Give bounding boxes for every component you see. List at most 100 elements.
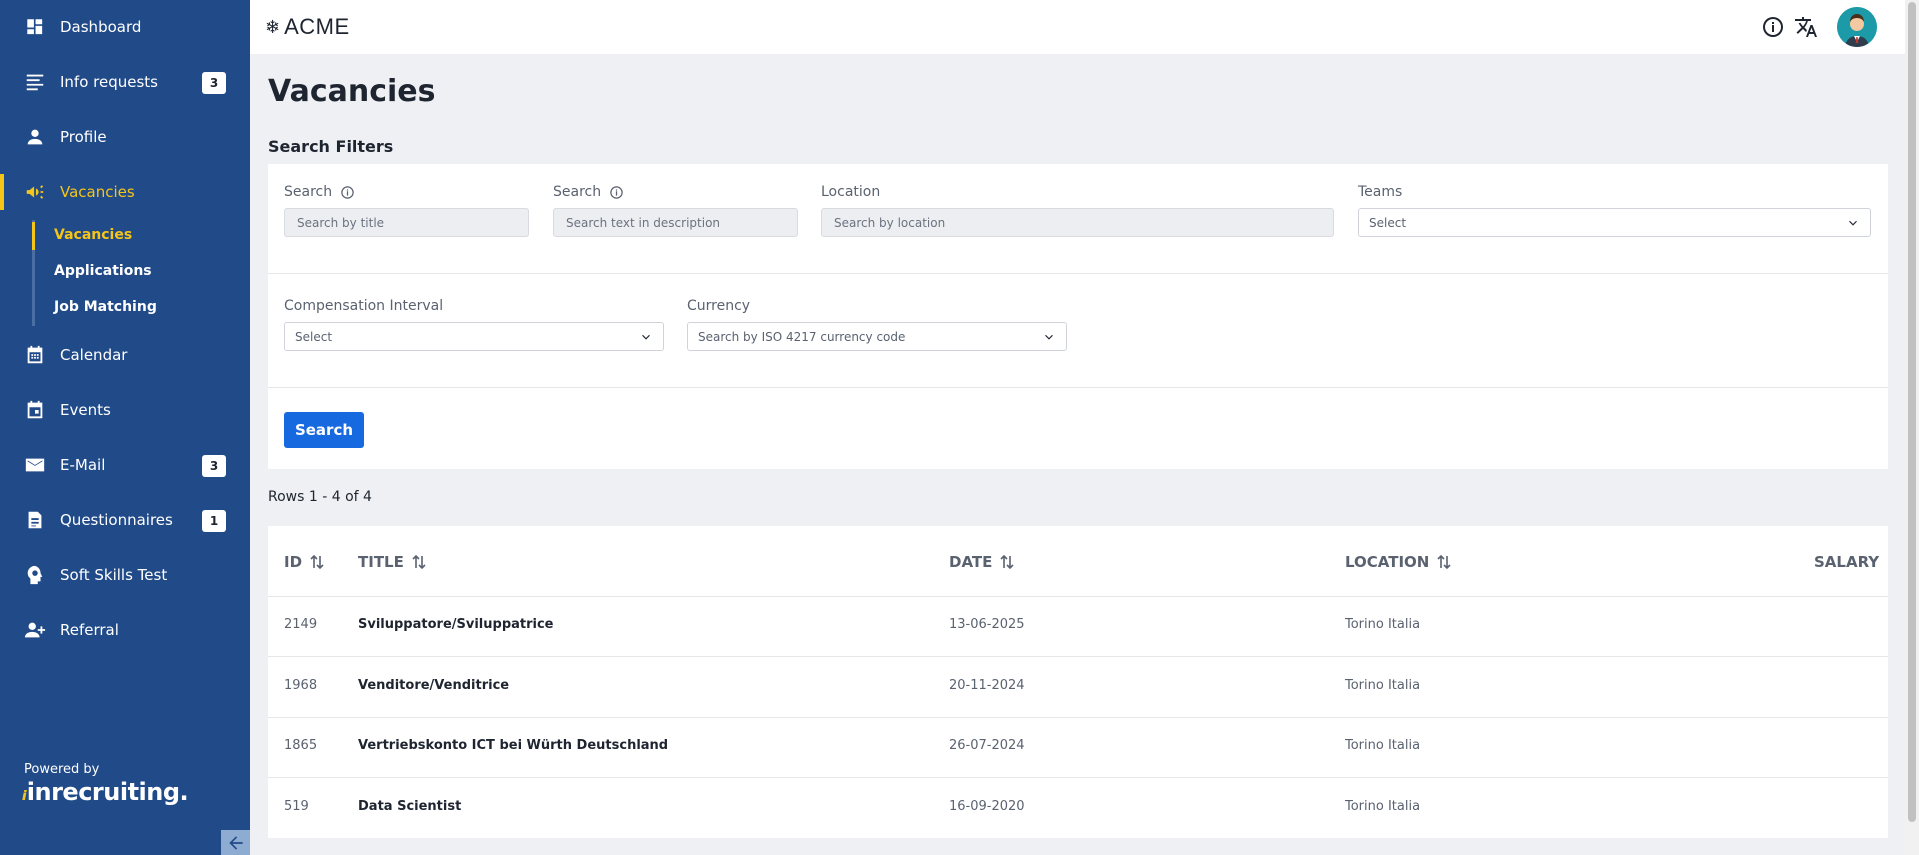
location-input[interactable] (821, 208, 1334, 237)
currency-select[interactable]: Search by ISO 4217 currency code (687, 322, 1067, 351)
collapse-sidebar-button[interactable] (221, 830, 250, 855)
sidebar-item-email[interactable]: E-Mail 3 (0, 443, 250, 487)
avatar[interactable] (1837, 7, 1877, 47)
person-icon (24, 126, 46, 148)
search-description-input[interactable] (553, 208, 798, 237)
cell-location: Torino Italia (1345, 738, 1421, 753)
logo-text: ACME (284, 14, 350, 39)
row-divider (268, 656, 1888, 657)
column-header-title[interactable]: TITLE (358, 553, 426, 571)
compensation-interval-select[interactable]: Select (284, 322, 664, 351)
column-header-salary: SALARY (1814, 553, 1880, 571)
cell-date: 26-07-2024 (949, 738, 1025, 753)
powered-by-label: Powered by (24, 762, 100, 777)
cell-location: Torino Italia (1345, 678, 1421, 693)
teams-select[interactable]: Select (1358, 208, 1871, 237)
document-icon (24, 509, 46, 531)
search-button[interactable]: Search (284, 412, 364, 448)
search-filters-card: Search Search Location Teams Select Comp… (268, 164, 1888, 469)
top-bar: ❄ ACME (250, 0, 1905, 54)
row-divider (268, 777, 1888, 778)
sidebar-item-label: E-Mail (60, 456, 106, 474)
sidebar-item-label: Events (60, 401, 111, 419)
event-icon (24, 399, 46, 421)
info-icon[interactable] (609, 185, 624, 200)
sidebar-item-profile[interactable]: Profile (0, 115, 250, 159)
arrow-left-icon (226, 833, 246, 853)
chevron-down-icon (639, 330, 653, 344)
sidebar-item-calendar[interactable]: Calendar (0, 333, 250, 377)
divider (268, 273, 1888, 274)
chevron-down-icon (1042, 330, 1056, 344)
search-filters-title: Search Filters (268, 137, 394, 156)
sidebar-item-events[interactable]: Events (0, 388, 250, 432)
cell-id: 519 (284, 799, 309, 814)
currency-label: Currency (687, 298, 751, 314)
search-title-label: Search (284, 184, 355, 200)
subnav-item-job-matching[interactable]: Job Matching (54, 299, 157, 315)
column-header-id[interactable]: ID (284, 553, 324, 571)
sidebar-item-dashboard[interactable]: Dashboard (0, 5, 250, 49)
translate-icon[interactable] (1794, 15, 1818, 39)
sidebar-item-questionnaires[interactable]: Questionnaires 1 (0, 498, 250, 542)
vacancies-table: ID TITLE DATE LOCATION SALARY 2149 Svilu… (268, 526, 1888, 838)
subnav-item-vacancies[interactable]: Vacancies (54, 227, 132, 243)
dashboard-icon (24, 16, 46, 38)
cell-title[interactable]: Data Scientist (358, 799, 461, 814)
acme-logo[interactable]: ❄ ACME (265, 14, 350, 40)
sidebar-item-vacancies[interactable]: Vacancies (0, 170, 250, 214)
divider (268, 387, 1888, 388)
teams-label: Teams (1358, 184, 1403, 200)
info-icon[interactable] (340, 185, 355, 200)
info-icon[interactable] (1761, 15, 1785, 39)
count-badge: 3 (202, 72, 226, 94)
sort-icon (1000, 554, 1014, 570)
cell-id: 1865 (284, 738, 318, 753)
search-title-input[interactable] (284, 208, 529, 237)
sidebar: Dashboard Info requests 3 Profile Vacanc… (0, 0, 250, 855)
row-divider (268, 717, 1888, 718)
cell-id: 2149 (284, 617, 318, 632)
sidebar-item-soft-skills-test[interactable]: Soft Skills Test (0, 553, 250, 597)
sidebar-item-label: Questionnaires (60, 511, 173, 529)
sidebar-item-label: Referral (60, 621, 119, 639)
location-label: Location (821, 184, 881, 200)
scrollbar-thumb[interactable] (1908, 2, 1916, 822)
snowflake-icon: ❄ (265, 16, 281, 38)
sidebar-item-label: Vacancies (60, 183, 135, 201)
count-badge: 3 (202, 455, 226, 477)
sidebar-item-label: Info requests (60, 73, 158, 91)
compensation-select-value: Select (295, 329, 333, 344)
column-header-location[interactable]: LOCATION (1345, 553, 1451, 571)
sidebar-item-info-requests[interactable]: Info requests 3 (0, 60, 250, 104)
currency-select-value: Search by ISO 4217 currency code (698, 329, 906, 344)
cell-id: 1968 (284, 678, 318, 693)
cell-date: 16-09-2020 (949, 799, 1025, 814)
sidebar-item-label: Dashboard (60, 18, 142, 36)
cell-title[interactable]: Sviluppatore/Sviluppatrice (358, 617, 554, 632)
subnav-item-applications[interactable]: Applications (54, 263, 152, 279)
chevron-down-icon (1846, 216, 1860, 230)
sort-icon (310, 554, 324, 570)
cell-title[interactable]: Vertriebskonto ICT bei Würth Deutschland (358, 738, 668, 753)
compensation-interval-label: Compensation Interval (284, 298, 444, 314)
sidebar-item-referral[interactable]: Referral (0, 608, 250, 652)
sidebar-item-label: Soft Skills Test (60, 566, 168, 584)
inrecruiting-logo: ᵢinrecruiting. (22, 778, 189, 806)
cell-title[interactable]: Venditore/Venditrice (358, 678, 509, 693)
count-badge: 1 (202, 510, 226, 532)
sidebar-item-label: Profile (60, 128, 107, 146)
person-add-icon (24, 619, 46, 641)
cell-date: 13-06-2025 (949, 617, 1025, 632)
cell-location: Torino Italia (1345, 617, 1421, 632)
column-header-date[interactable]: DATE (949, 553, 1014, 571)
row-divider (268, 596, 1888, 597)
list-icon (24, 71, 46, 93)
megaphone-icon (24, 181, 46, 203)
page-title: Vacancies (268, 74, 436, 109)
mail-icon (24, 454, 46, 476)
search-description-label: Search (553, 184, 624, 200)
head-gear-icon (24, 564, 46, 586)
cell-date: 20-11-2024 (949, 678, 1025, 693)
rows-info: Rows 1 - 4 of 4 (268, 489, 372, 505)
